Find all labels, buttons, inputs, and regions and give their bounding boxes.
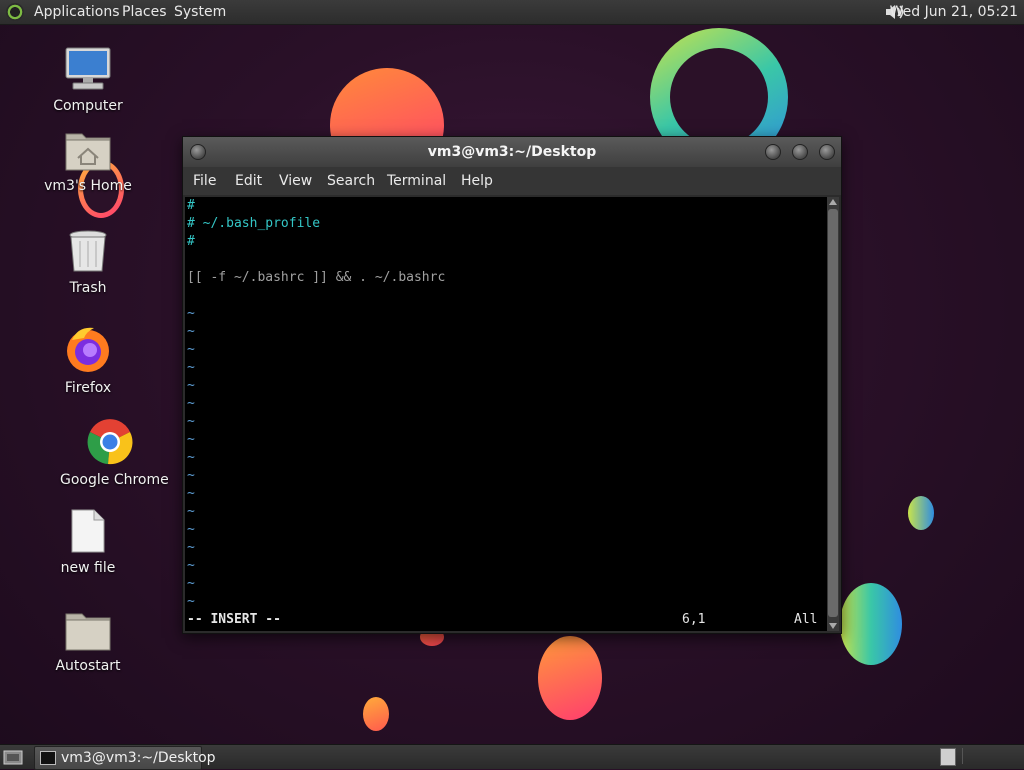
folder-icon	[65, 613, 111, 651]
scroll-down-icon[interactable]	[829, 623, 837, 629]
taskbar-item-terminal[interactable]: vm3@vm3:~/Desktop	[34, 746, 216, 770]
desktop-icon-new-file[interactable]: new file	[38, 508, 138, 576]
tilde-line: ~	[187, 432, 195, 447]
desktop-icon-label: vm3's Home	[44, 178, 132, 194]
vim-status-line: -- INSERT -- 6,1 All	[187, 611, 823, 629]
tilde-line: ~	[187, 468, 195, 483]
desktop-icon-chrome[interactable]: Google Chrome	[60, 418, 169, 488]
menubar: File Edit View Search Terminal Help	[183, 167, 841, 195]
tilde-line: ~	[187, 504, 195, 519]
scrollbar[interactable]	[827, 197, 839, 631]
tilde-line: ~	[187, 306, 195, 321]
wallpaper-shape	[363, 697, 389, 731]
top-panel: Applications Places System Wed Jun 21, 0…	[0, 0, 1024, 25]
text-line: #	[187, 198, 195, 213]
terminal-area[interactable]: # # ~/.bash_profile # [[ -f ~/.bashrc ]]…	[185, 197, 827, 631]
tilde-line: ~	[187, 378, 195, 393]
applications-icon[interactable]	[6, 3, 24, 21]
desktop-icon-label: new file	[60, 560, 116, 576]
tilde-line: ~	[187, 594, 195, 609]
terminal-icon	[40, 751, 56, 765]
computer-icon	[65, 47, 111, 90]
text-line: #	[187, 234, 195, 249]
desktop-icon-home[interactable]: vm3's Home	[38, 128, 138, 194]
scroll-thumb[interactable]	[828, 209, 838, 617]
desktop-icon-trash[interactable]: Trash	[38, 228, 138, 296]
desktop-icon-computer[interactable]: Computer	[38, 46, 138, 114]
applications-menu[interactable]: Applications	[34, 0, 120, 24]
terminal-window[interactable]: vm3@vm3:~/Desktop File Edit View Search …	[182, 136, 842, 634]
desktop-icon-autostart[interactable]: Autostart	[38, 608, 138, 674]
desktop-icon-label: Google Chrome	[60, 472, 169, 488]
firefox-icon	[67, 327, 109, 372]
home-folder-icon	[65, 133, 111, 171]
menu-edit[interactable]: Edit	[235, 167, 262, 195]
chrome-icon	[87, 419, 133, 465]
minimize-button[interactable]	[765, 144, 781, 160]
tilde-line: ~	[187, 558, 195, 573]
desktop-icon-firefox[interactable]: Firefox	[38, 326, 138, 396]
text-line: # ~/.bash_profile	[187, 216, 321, 231]
tilde-line: ~	[187, 450, 195, 465]
text-line: [[ -f ~/.bashrc ]] && . ~/.bashrc	[187, 270, 446, 285]
workspace-1[interactable]	[940, 748, 956, 766]
tilde-line: ~	[187, 414, 195, 429]
tilde-line: ~	[187, 342, 195, 357]
vim-mode: -- INSERT --	[187, 612, 281, 627]
close-button[interactable]	[819, 144, 835, 160]
window-menu-button[interactable]	[190, 144, 206, 160]
desktop-icon-label: Trash	[69, 280, 107, 296]
scroll-up-icon[interactable]	[829, 199, 837, 205]
taskbar-item-label: vm3@vm3:~/Desktop	[61, 750, 216, 766]
window-titlebar[interactable]: vm3@vm3:~/Desktop	[183, 137, 841, 167]
menu-view[interactable]: View	[279, 167, 312, 195]
menu-search[interactable]: Search	[327, 167, 375, 195]
tilde-line: ~	[187, 486, 195, 501]
bottom-panel: vm3@vm3:~/Desktop	[0, 744, 1024, 770]
cursor-position: 6,1	[682, 612, 706, 627]
wallpaper-shape	[840, 583, 902, 665]
workspace-2[interactable]	[962, 748, 1019, 764]
tilde-line: ~	[187, 360, 195, 375]
wallpaper-shape	[538, 636, 602, 720]
tilde-line: ~	[187, 324, 195, 339]
file-icon	[71, 509, 105, 553]
desktop-icon-label: Firefox	[64, 380, 112, 396]
tilde-line: ~	[187, 396, 195, 411]
trash-icon	[69, 230, 107, 272]
menu-file[interactable]: File	[193, 167, 216, 195]
desktop-icon-label: Computer	[53, 98, 123, 114]
desktop-icon-label: Autostart	[55, 658, 121, 674]
clock[interactable]: Wed Jun 21, 05:21	[890, 0, 1018, 24]
maximize-button[interactable]	[792, 144, 808, 160]
menu-help[interactable]: Help	[461, 167, 493, 195]
wallpaper-shape	[908, 496, 934, 530]
menu-terminal[interactable]: Terminal	[387, 167, 446, 195]
system-menu[interactable]: System	[174, 0, 226, 24]
show-desktop-icon[interactable]	[3, 748, 23, 766]
places-menu[interactable]: Places	[122, 0, 167, 24]
tilde-line: ~	[187, 522, 195, 537]
scroll-indicator: All	[794, 612, 818, 627]
tilde-line: ~	[187, 540, 195, 555]
window-title: vm3@vm3:~/Desktop	[427, 144, 597, 160]
tilde-line: ~	[187, 576, 195, 591]
